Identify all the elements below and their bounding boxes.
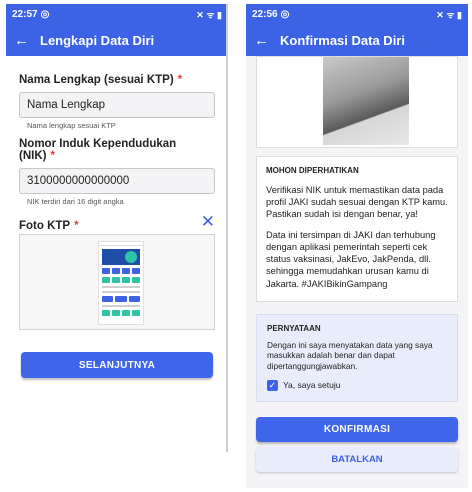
sync-icon: ◎ [40,8,50,20]
notice-card: MOHON DIPERHATIKAN Verifikasi NIK untuk … [256,156,458,302]
side-divider [226,4,228,452]
confirmation-content: MOHON DIPERHATIKAN Verifikasi NIK untuk … [246,56,468,472]
app-bar: ← Lengkapi Data Diri [6,24,228,56]
notice-title: MOHON DIPERHATIKAN [266,166,359,175]
nik-input[interactable]: 3100000000000000 [19,168,215,194]
app-bar: ← Konfirmasi Data Diri [246,24,468,56]
required-mark: * [177,74,183,86]
statement-text: Dengan ini saya menyatakan data yang say… [267,339,433,372]
nik-helper-text: NIK terdiri dari 16 digit angka [27,197,124,206]
status-bar: 22:56 ◎ ✕ ᯤ ▮ [246,4,468,24]
ktp-photo-card [256,56,458,148]
name-helper-text: Nama lengkap sesuai KTP [27,121,116,130]
page-title: Konfirmasi Data Diri [280,32,405,48]
page-title: Lengkapi Data Diri [40,32,155,48]
status-time: 22:57 [12,8,38,20]
back-arrow-icon[interactable]: ← [14,32,40,49]
status-icons: ✕ ᯤ ▮ [436,9,462,20]
nik-field-label: Nomor Induk Kependudukan (NIK) * [19,138,177,162]
status-bar: 22:57 ◎ ✕ ᯤ ▮ [6,4,228,24]
ktp-photo-thumbnail [98,241,144,325]
statement-title: PERNYATAAN [267,323,321,333]
identity-form: Nama Lengkap (sesuai KTP) * Nama Lengkap … [6,56,228,378]
status-icons: ✕ ᯤ ▮ [196,9,222,20]
notice-paragraph-verification: Verifikasi NIK untuk memastikan data pad… [266,185,448,220]
statement-card: PERNYATAAN Dengan ini saya menyatakan da… [256,313,458,402]
close-icon[interactable]: ✕ [201,212,215,232]
back-arrow-icon[interactable]: ← [254,32,280,49]
photo-field-label: Foto KTP * [19,220,79,232]
name-input[interactable]: Nama Lengkap [19,92,215,118]
required-mark: * [50,150,55,162]
screen-lengkapi-data-diri: 22:57 ◎ ✕ ᯤ ▮ ← Lengkapi Data Diri Nama … [6,4,228,452]
photo-field-header: Foto KTP * ✕ [19,206,215,232]
checkbox-checked-icon[interactable]: ✓ [267,379,278,391]
screen-konfirmasi-data-diri: 22:56 ◎ ✕ ᯤ ▮ ← Konfirmasi Data Diri MOH… [246,4,468,488]
required-mark: * [74,220,79,232]
ktp-photo-image [323,57,409,145]
confirm-button[interactable]: KONFIRMASI [256,416,458,442]
next-button[interactable]: SELANJUTNYA [21,352,213,378]
status-time: 22:56 [252,8,278,20]
agree-checkbox-row[interactable]: ✓ Ya, saya setuju [267,379,447,391]
agree-checkbox-label[interactable]: Ya, saya setuju [283,380,341,390]
notice-paragraph-storage: Data ini tersimpan di JAKI dan terhubung… [266,230,436,289]
ktp-photo-preview[interactable] [19,234,215,330]
sync-icon: ◎ [280,8,290,20]
name-field-label: Nama Lengkap (sesuai KTP) * [19,74,183,86]
cancel-button[interactable]: BATALKAN [256,446,458,472]
